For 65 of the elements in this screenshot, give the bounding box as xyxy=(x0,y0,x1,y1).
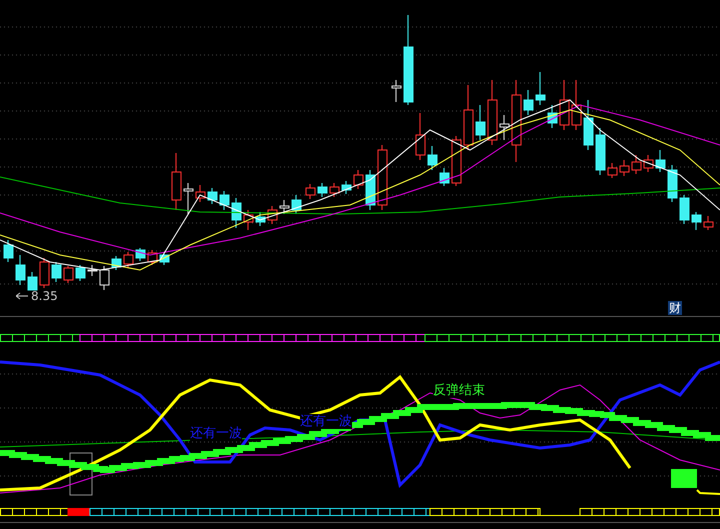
candle xyxy=(306,184,316,200)
candle xyxy=(124,252,134,268)
candle xyxy=(330,182,340,198)
candle xyxy=(572,80,582,130)
candle xyxy=(440,168,450,186)
candle xyxy=(560,80,570,130)
candle xyxy=(488,80,498,146)
candle xyxy=(692,212,702,230)
candle xyxy=(88,264,98,276)
candle xyxy=(608,162,618,178)
candle xyxy=(232,198,242,228)
candle xyxy=(416,112,426,160)
candle xyxy=(318,182,328,198)
candle xyxy=(464,84,474,150)
candle xyxy=(208,188,218,204)
candle xyxy=(476,104,486,140)
candle xyxy=(680,194,690,224)
candle xyxy=(704,216,714,230)
candle xyxy=(524,90,534,116)
candle xyxy=(378,144,388,210)
candle xyxy=(256,212,266,226)
candle xyxy=(452,136,462,186)
candle xyxy=(268,206,278,224)
candle xyxy=(76,264,86,282)
candle xyxy=(280,200,290,214)
candle xyxy=(668,164,678,202)
candle xyxy=(40,258,50,288)
candle xyxy=(354,170,364,190)
candle xyxy=(16,254,26,286)
candle xyxy=(548,104,558,128)
candle xyxy=(428,146,438,170)
candle xyxy=(64,266,74,284)
candle xyxy=(172,152,182,210)
left-arrow-icon xyxy=(16,292,28,300)
candle xyxy=(220,190,230,210)
candle xyxy=(244,210,254,230)
candle xyxy=(632,154,642,174)
signal-annotation: 反弹结束 xyxy=(433,383,485,398)
candle xyxy=(112,256,122,270)
candle xyxy=(196,184,206,202)
finance-badge: 财 xyxy=(668,301,682,315)
candle xyxy=(342,180,352,194)
candle xyxy=(366,170,376,210)
candle xyxy=(100,266,110,290)
candle xyxy=(160,252,170,266)
candle xyxy=(500,114,510,140)
candle xyxy=(28,272,38,290)
candle xyxy=(52,262,62,282)
candle xyxy=(136,248,146,262)
candle xyxy=(596,128,606,176)
candle xyxy=(392,80,402,102)
signal-block xyxy=(671,469,697,488)
candle xyxy=(536,72,546,106)
candle xyxy=(148,250,158,266)
candle xyxy=(584,100,594,150)
signal-annotation: 还有一波 xyxy=(190,426,242,441)
candle xyxy=(656,150,666,172)
candle xyxy=(292,194,302,214)
low-price-label: 8.35 xyxy=(31,289,58,303)
candle xyxy=(184,182,194,216)
candle xyxy=(4,240,14,262)
signal-annotation: 还有一波 xyxy=(300,414,352,429)
candle xyxy=(620,160,630,176)
signal-frame xyxy=(70,452,92,496)
candle xyxy=(644,154,654,172)
